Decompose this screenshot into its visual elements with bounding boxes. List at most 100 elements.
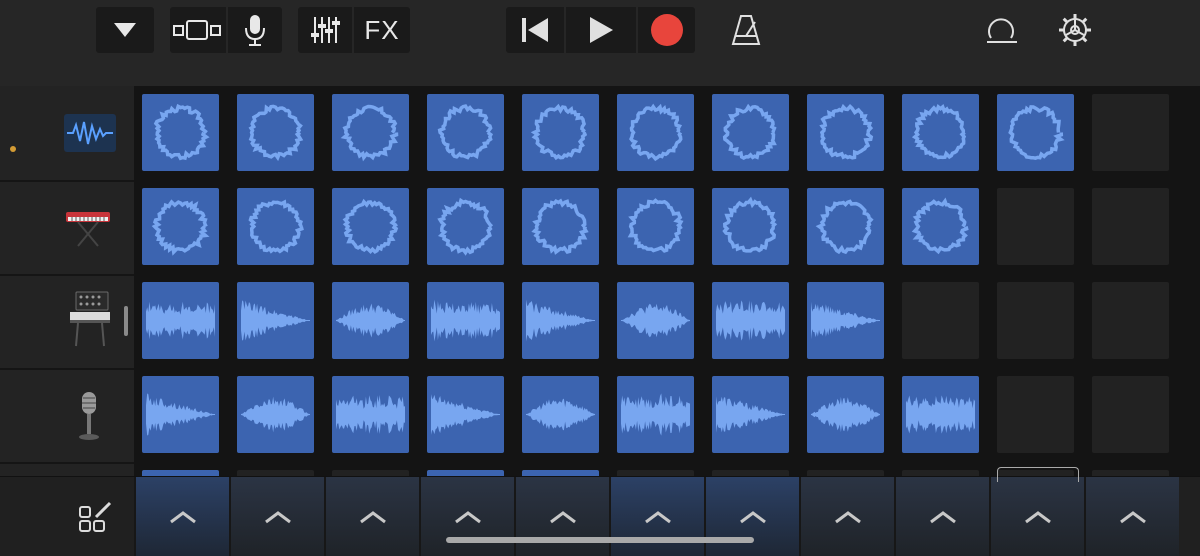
loop-cell[interactable]: [902, 376, 979, 453]
loop-cell[interactable]: [332, 94, 409, 171]
loop-cell[interactable]: [997, 94, 1074, 171]
play-button[interactable]: [566, 7, 638, 53]
loop-cell[interactable]: [712, 188, 789, 265]
loop-cell[interactable]: [617, 376, 694, 453]
empty-cell[interactable]: [997, 282, 1074, 359]
loop-cell[interactable]: [427, 376, 504, 453]
column-trigger-bar: [0, 476, 1200, 556]
loop-cell[interactable]: [142, 376, 219, 453]
chevron-up-icon: [549, 510, 576, 523]
loop-cell[interactable]: [427, 94, 504, 171]
loop-cell[interactable]: [807, 188, 884, 265]
loop-cell[interactable]: [237, 282, 314, 359]
column-trigger-button[interactable]: [894, 477, 989, 556]
column-trigger-button[interactable]: [324, 477, 419, 556]
loop-browser-button[interactable]: [981, 10, 1021, 50]
loop-cell[interactable]: [712, 376, 789, 453]
waveform-icon: [716, 300, 785, 341]
keyboard-icon: [64, 208, 112, 248]
column-trigger-button[interactable]: [799, 477, 894, 556]
loop-cell[interactable]: [712, 94, 789, 171]
column-trigger-button[interactable]: [989, 477, 1084, 556]
column-trigger-button[interactable]: [419, 477, 514, 556]
loop-cell[interactable]: [522, 376, 599, 453]
column-trigger-button[interactable]: [704, 477, 799, 556]
cell-outline: [997, 467, 1079, 482]
chevron-up-icon: [454, 510, 481, 523]
waveform-icon: [621, 303, 690, 338]
loop-cell[interactable]: [807, 282, 884, 359]
loop-cell[interactable]: [617, 282, 694, 359]
synth-icon: [68, 290, 112, 348]
column-trigger-button[interactable]: [514, 477, 609, 556]
loop-cell[interactable]: [332, 188, 409, 265]
track-header-synth[interactable]: [0, 276, 134, 370]
empty-cell[interactable]: [997, 188, 1074, 265]
waveform-icon: [437, 197, 494, 256]
chevron-up-icon: [169, 510, 196, 523]
chevron-up-icon: [739, 510, 766, 523]
rewind-button[interactable]: [506, 7, 566, 53]
play-icon: [587, 15, 615, 45]
browser-button[interactable]: [96, 7, 154, 53]
waveform-icon: [241, 300, 310, 341]
loop-cell[interactable]: [617, 188, 694, 265]
loop-cell[interactable]: [712, 282, 789, 359]
waveform-icon: [531, 198, 589, 255]
loop-cell[interactable]: [142, 94, 219, 171]
loop-cell[interactable]: [142, 282, 219, 359]
loop-cell[interactable]: [332, 282, 409, 359]
metronome-button[interactable]: [726, 10, 766, 50]
waveform-icon: [431, 394, 500, 435]
loop-cell[interactable]: [237, 188, 314, 265]
fx-label: FX: [364, 14, 400, 45]
mixer-fx-group: FX: [298, 7, 410, 53]
track-header-vocal[interactable]: [0, 370, 134, 464]
empty-cell[interactable]: [1092, 282, 1169, 359]
transport-group: [506, 7, 695, 53]
loop-cell[interactable]: [522, 94, 599, 171]
waveform-icon: [722, 196, 778, 253]
loop-cell[interactable]: [902, 94, 979, 171]
loop-cell[interactable]: [522, 282, 599, 359]
waveform-icon: [819, 103, 874, 160]
control-bar: FX: [0, 0, 1200, 87]
empty-cell[interactable]: [1092, 94, 1169, 171]
loop-cell[interactable]: [807, 94, 884, 171]
column-trigger-button[interactable]: [609, 477, 704, 556]
track-header-audio[interactable]: [0, 88, 134, 182]
loop-cell[interactable]: [142, 188, 219, 265]
waveform-icon: [627, 198, 684, 253]
empty-cell[interactable]: [1092, 188, 1169, 265]
loop-cell[interactable]: [617, 94, 694, 171]
empty-cell[interactable]: [902, 282, 979, 359]
empty-cell[interactable]: [1092, 376, 1169, 453]
column-trigger-button[interactable]: [1084, 477, 1179, 556]
loop-cell[interactable]: [237, 376, 314, 453]
loop-cell[interactable]: [522, 188, 599, 265]
chevron-up-icon: [929, 510, 956, 523]
waveform-icon: [431, 299, 500, 342]
settings-button[interactable]: [1055, 10, 1095, 50]
column-trigger-button[interactable]: [229, 477, 324, 556]
edit-grid-button[interactable]: [76, 497, 116, 537]
input-button[interactable]: [228, 7, 282, 53]
mixer-button[interactable]: [298, 7, 354, 53]
loop-cell[interactable]: [902, 188, 979, 265]
waveform-icon: [722, 103, 777, 160]
loop-cell[interactable]: [237, 94, 314, 171]
track-header-keyboard[interactable]: [0, 182, 134, 276]
waveform-icon: [629, 103, 683, 162]
view-toggle-button[interactable]: [170, 7, 228, 53]
loop-cell[interactable]: [332, 376, 409, 453]
loop-cell[interactable]: [427, 282, 504, 359]
loop-cell[interactable]: [427, 188, 504, 265]
empty-cell[interactable]: [997, 376, 1074, 453]
waveform-icon: [437, 104, 494, 160]
column-trigger-button[interactable]: [134, 477, 229, 556]
scroll-indicator[interactable]: [124, 306, 128, 336]
home-indicator[interactable]: [446, 537, 754, 543]
fx-button[interactable]: FX: [354, 7, 410, 53]
record-button[interactable]: [638, 7, 695, 53]
loop-cell[interactable]: [807, 376, 884, 453]
